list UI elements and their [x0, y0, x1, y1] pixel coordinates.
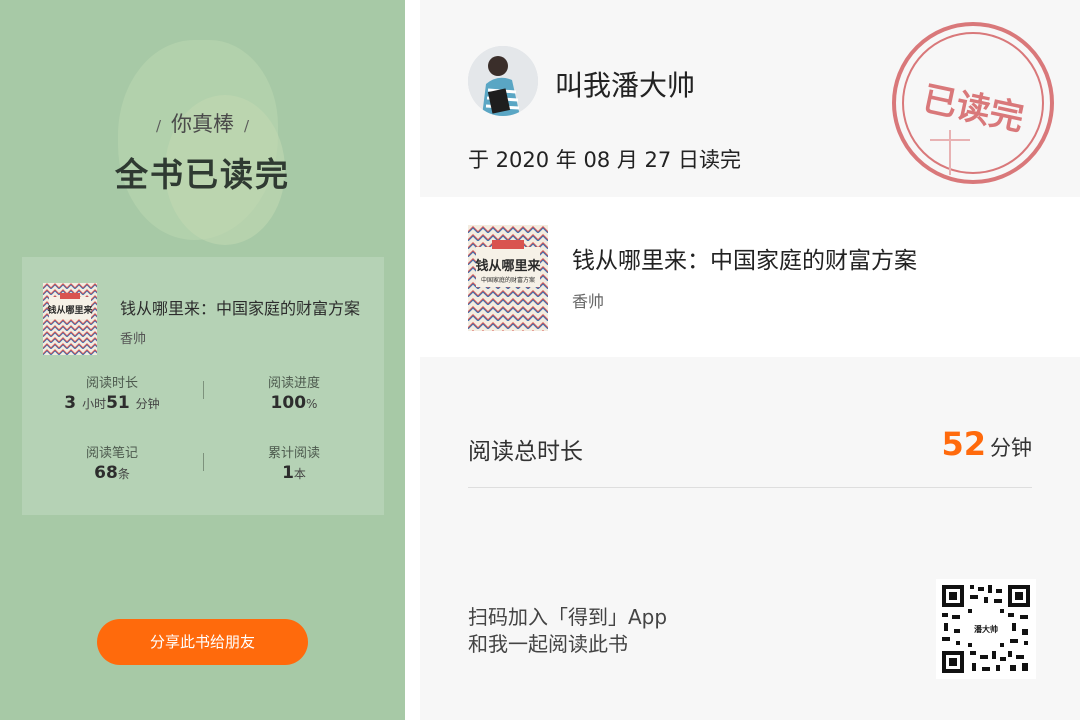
book-author: 香帅	[120, 332, 147, 347]
total-reading-time-value: 52 分钟	[941, 425, 1032, 463]
svg-text:中国家庭的财富方案: 中国家庭的财富方案	[481, 276, 535, 284]
username: 叫我潘大帅	[555, 69, 696, 102]
share-to-friends-button[interactable]: 分享此书给朋友	[97, 619, 308, 665]
book-cover-image: 钱从哪里来	[43, 283, 97, 355]
join-app-text: 扫码加入「得到」App	[468, 605, 668, 629]
svg-text:潘大帅: 潘大帅	[974, 624, 998, 634]
finish-date: 于 2020 年 08 月 27 日读完	[468, 148, 741, 172]
stat-total-books: 累计阅读 1本	[267, 446, 320, 483]
svg-text:已读完: 已读完	[919, 79, 1027, 139]
book-info-block: 钱从哪里来 中国家庭的财富方案 钱从哪里来：中国家庭的财富方案 香帅	[420, 197, 1080, 357]
read-together-text: 和我一起阅读此书	[468, 632, 628, 656]
book-author: 香帅	[572, 292, 605, 311]
book-cover-image: 钱从哪里来 中国家庭的财富方案	[468, 225, 548, 331]
stat-reading-notes: 阅读笔记 68条	[85, 446, 138, 483]
book-title: 钱从哪里来：中国家庭的财富方案	[120, 299, 361, 318]
total-reading-time-label: 阅读总时长	[468, 439, 583, 465]
svg-text:钱从哪里来: 钱从哪里来	[475, 258, 541, 274]
finished-stamp: 已读完	[892, 22, 1054, 184]
reading-summary-card: 钱从哪里来 钱从哪里来：中国家庭的财富方案 香帅 阅读时长 3 小时51 分钟 …	[22, 257, 384, 515]
book-finished-title: 全书已读完	[115, 155, 290, 194]
stat-reading-time: 阅读时长 3 小时51 分钟	[64, 376, 160, 413]
avatar-image	[468, 46, 538, 116]
left-share-card: / 你真棒 / 全书已读完 钱从哪里来 钱从哪里来：中国家庭的财富方案 香帅 阅读时…	[0, 0, 405, 720]
right-share-poster: 叫我潘大帅 于 2020 年 08 月 27 日读完 已读完 钱从哪里来 中国家…	[420, 0, 1080, 720]
praise-heading: / 你真棒 /	[155, 112, 250, 136]
book-title: 钱从哪里来：中国家庭的财富方案	[572, 248, 917, 274]
avatar	[468, 46, 538, 116]
stat-reading-progress: 阅读进度 100%	[267, 376, 320, 413]
divider	[468, 487, 1032, 488]
qr-code[interactable]: 潘大帅	[936, 579, 1036, 679]
svg-text:钱从哪里来: 钱从哪里来	[47, 304, 93, 316]
